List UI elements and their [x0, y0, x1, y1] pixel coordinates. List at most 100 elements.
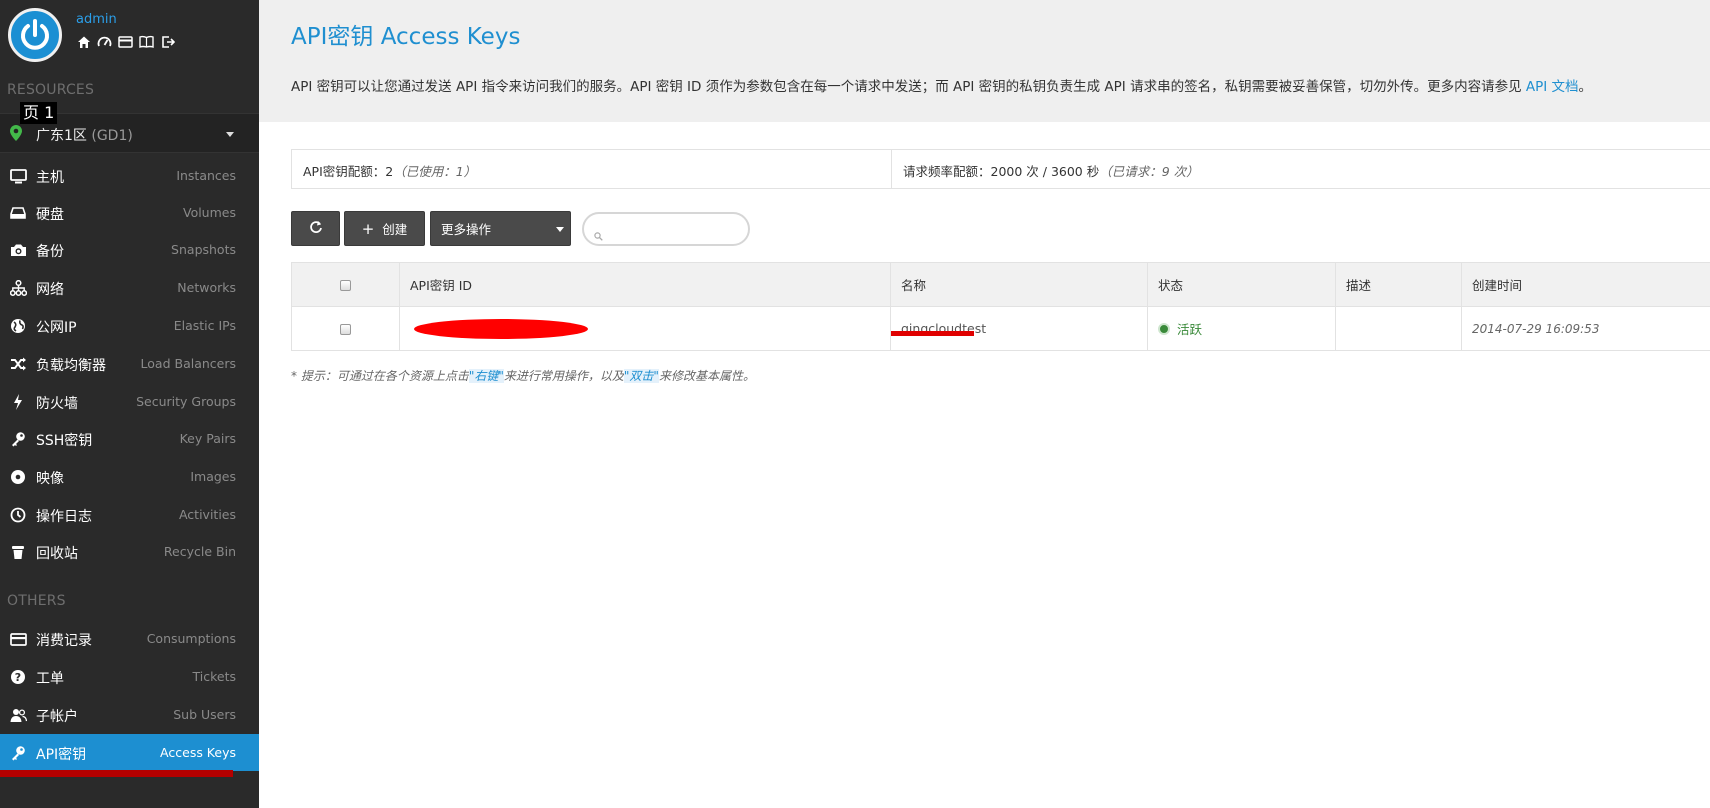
sidebar-item-consumptions[interactable]: 消费记录 Consumptions — [0, 620, 259, 657]
select-all-checkbox[interactable] — [340, 280, 351, 291]
sidebar-item-sublabel: Key Pairs — [179, 431, 236, 446]
users-icon — [9, 706, 27, 724]
request-rate-quota-label: 请求频率配额：2000 次 / 3600 秒 — [903, 164, 1100, 179]
page-header: API密钥 Access Keys API 密钥可以让您通过发送 API 指令来… — [259, 0, 1710, 122]
create-button[interactable]: + 创建 — [344, 211, 425, 246]
sidebar-item-label: 工单 — [36, 671, 64, 687]
tip-highlight-right-click: "右键" — [468, 369, 504, 383]
row-select-cell — [291, 306, 400, 351]
sidebar-item-label: 负载均衡器 — [36, 358, 106, 374]
network-icon — [9, 279, 27, 297]
plus-icon: + — [361, 219, 375, 238]
sidebar-item-label: 回收站 — [36, 546, 78, 562]
more-actions-dropdown[interactable]: 更多操作 — [430, 211, 571, 246]
request-rate-quota: 请求频率配额：2000 次 / 3600 秒（已请求：9 次） — [892, 150, 1199, 180]
sidebar-item-load-balancers[interactable]: 负载均衡器 Load Balancers — [0, 345, 259, 382]
sidebar-item-sublabel: Activities — [178, 507, 236, 522]
disc-icon — [9, 468, 27, 486]
monitor-icon — [9, 167, 27, 185]
sidebar-item-label: 子帐户 — [36, 709, 78, 725]
sidebar-item-key-pairs[interactable]: SSH密钥 Key Pairs — [0, 420, 259, 457]
chevron-down-icon — [226, 132, 234, 137]
power-logo-icon[interactable] — [8, 8, 62, 62]
card-icon — [9, 630, 27, 648]
column-header-created[interactable]: 创建时间 — [1461, 262, 1710, 307]
sidebar-item-security-groups[interactable]: 防火墙 Security Groups — [0, 383, 259, 420]
redacted-name-mark — [891, 331, 974, 336]
sidebar-item-volumes[interactable]: 硬盘 Volumes — [0, 194, 259, 231]
sidebar-item-sublabel: Sub Users — [173, 707, 236, 722]
user-name[interactable]: admin — [76, 12, 117, 27]
page-title: API密钥 Access Keys — [291, 24, 521, 50]
home-icon[interactable] — [76, 34, 91, 49]
region-name: 广东1区 — [36, 128, 87, 144]
sidebar-item-sublabel: Networks — [177, 280, 236, 295]
logout-icon[interactable] — [160, 34, 175, 49]
chevron-down-icon — [556, 227, 564, 232]
refresh-icon — [309, 220, 323, 237]
dashboard-gauge-icon[interactable] — [97, 34, 112, 49]
shuffle-icon — [9, 355, 27, 373]
sidebar-item-label: SSH密钥 — [36, 433, 93, 449]
sidebar-item-tickets[interactable]: ? 工单 Tickets — [0, 658, 259, 695]
sidebar-item-networks[interactable]: 网络 Networks — [0, 269, 259, 306]
created-time-cell: 2014-07-29 16:09:53 — [1461, 306, 1710, 351]
sidebar-item-access-keys[interactable]: API密钥 Access Keys — [0, 734, 259, 771]
table-row[interactable]: qingcloudtest 活跃 2014-07-29 16:09:53 — [291, 306, 1710, 351]
sidebar-item-elastic-ips[interactable]: 公网IP Elastic IPs — [0, 307, 259, 344]
user-toolbar — [76, 34, 175, 49]
name-cell[interactable]: qingcloudtest — [890, 306, 1148, 351]
sidebar-item-label: 映像 — [36, 471, 64, 487]
sidebar-item-label: 防火墙 — [36, 396, 78, 412]
status-cell: 活跃 — [1147, 306, 1336, 351]
sidebar-item-label: API密钥 — [36, 747, 87, 763]
column-header-name[interactable]: 名称 — [890, 262, 1148, 307]
api-key-quota-used: （已使用：1） — [393, 164, 477, 179]
sidebar-item-sublabel: Volumes — [182, 205, 236, 220]
section-heading-resources: RESOURCES — [7, 82, 95, 98]
globe-icon — [9, 317, 27, 335]
select-all-header — [291, 262, 400, 307]
billing-card-icon[interactable] — [118, 34, 133, 49]
main-content: API密钥 Access Keys API 密钥可以让您通过发送 API 指令来… — [259, 0, 1710, 808]
refresh-button[interactable] — [291, 211, 340, 246]
docs-book-icon[interactable] — [139, 34, 154, 49]
access-keys-table: API密钥 ID 名称 状态 描述 创建时间 qingcloudtest 活跃 … — [291, 262, 1710, 351]
bolt-icon — [9, 393, 27, 411]
camera-icon — [9, 241, 27, 259]
region-label: 广东1区 (GD1) — [36, 125, 133, 145]
sidebar-item-label: 硬盘 — [36, 207, 64, 223]
page-overlay-tag: 页 1 — [20, 102, 58, 124]
more-actions-label: 更多操作 — [441, 222, 492, 237]
sidebar-item-sub-users[interactable]: 子帐户 Sub Users — [0, 696, 259, 733]
key-id-cell[interactable] — [399, 306, 891, 351]
column-header-key-id[interactable]: API密钥 ID — [399, 262, 891, 307]
sidebar: admin RESOURCES 广东1区 (GD1) 页 1 主机 Instan… — [0, 0, 259, 808]
column-header-status[interactable]: 状态 — [1147, 262, 1336, 307]
row-checkbox[interactable] — [340, 324, 351, 335]
svg-text:?: ? — [15, 671, 21, 684]
status-badge: 活跃 — [1158, 319, 1202, 338]
request-rate-quota-used: （已请求：9 次） — [1099, 164, 1199, 179]
key-icon — [9, 430, 27, 448]
tip-text-2: 来进行常用操作，以及 — [503, 369, 624, 383]
sidebar-item-sublabel: Tickets — [192, 669, 237, 684]
api-docs-link[interactable]: API 文档 — [1526, 79, 1579, 95]
sidebar-item-images[interactable]: 映像 Images — [0, 458, 259, 495]
quota-panel: API密钥配额：2（已使用：1） 请求频率配额：2000 次 / 3600 秒（… — [291, 149, 1710, 189]
usage-tip: * 提示：可通过在各个资源上点击"右键"来进行常用操作，以及"双击"来修改基本属… — [291, 367, 755, 384]
page-description: API 密钥可以让您通过发送 API 指令来访问我们的服务。API 密钥 ID … — [291, 75, 1592, 95]
sidebar-item-sublabel: Security Groups — [136, 394, 236, 409]
sidebar-item-snapshots[interactable]: 备份 Snapshots — [0, 231, 259, 268]
sidebar-item-label: 备份 — [36, 244, 64, 260]
sidebar-item-activities[interactable]: 操作日志 Activities — [0, 496, 259, 533]
tip-text-1: * 提示：可通过在各个资源上点击 — [291, 369, 469, 383]
search-input[interactable] — [582, 212, 750, 246]
sidebar-item-sublabel: Snapshots — [171, 242, 236, 257]
section-heading-others: OTHERS — [7, 593, 66, 609]
disk-icon — [9, 204, 27, 222]
sidebar-item-instances[interactable]: 主机 Instances — [0, 157, 259, 194]
sidebar-item-sublabel: Access Keys — [160, 745, 236, 760]
column-header-description[interactable]: 描述 — [1335, 262, 1462, 307]
sidebar-item-recycle-bin[interactable]: 回收站 Recycle Bin — [0, 533, 259, 570]
